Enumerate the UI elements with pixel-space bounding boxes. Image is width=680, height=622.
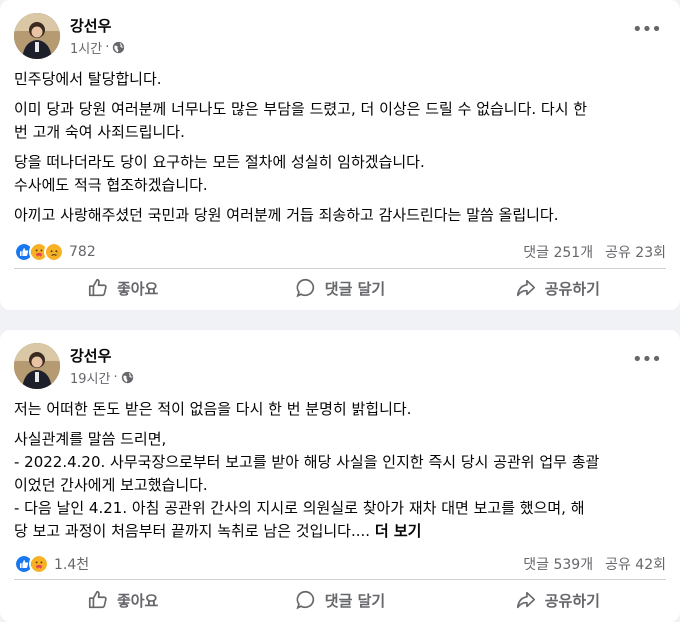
post-text: 저는 어떠한 돈도 받은 적이 없음을 다시 한 번 분명히 밝힙니다. 사실관… [14, 398, 670, 550]
text-line-last: 당 보고 과정이 처음부터 끝까지 녹취로 남은 것입니다.... 더 보기 [14, 520, 670, 543]
text-line: 이미 당과 당원 여러분께 너무나도 많은 부담을 드렸고, 더 이상은 드릴 … [14, 100, 588, 118]
globe-icon [113, 41, 125, 54]
post-paragraph: 민주당에서 탈당합니다. [14, 68, 670, 91]
avatar[interactable] [14, 343, 60, 389]
post-meta: 19시간 · [70, 368, 134, 387]
engagement-counts: 댓글 539개 공유 42회 [523, 554, 666, 574]
reaction-count: 1.4천 [54, 557, 90, 573]
post-actions: 좋아요 댓글 달기 공유하기 [14, 582, 666, 618]
share-icon [516, 279, 535, 297]
share-button[interactable]: 공유하기 [449, 270, 666, 306]
share-icon [516, 591, 535, 609]
sad-reaction-icon [44, 242, 64, 262]
post-paragraph: 아끼고 사랑해주셨던 국민과 당원 여러분께 거듭 죄송하고 감사드린다는 말씀… [14, 204, 670, 227]
post-header: 강선우 1시간 · ••• [14, 13, 666, 61]
post-time[interactable]: 19시간 [70, 368, 110, 387]
text-line: 이었던 간사에게 보고했습니다. [14, 476, 208, 494]
post-header: 강선우 19시간 · ••• [14, 343, 666, 391]
thumbs-up-icon [88, 278, 107, 297]
avatar[interactable] [14, 13, 60, 59]
like-label: 좋아요 [116, 279, 159, 298]
text-line: 번 고개 숙여 사죄드립니다. [14, 123, 185, 141]
comment-icon [296, 278, 314, 298]
reactions-summary[interactable]: 1.4천 [14, 554, 89, 574]
like-label: 좋아요 [116, 591, 159, 610]
post-meta: 1시간 · [70, 38, 125, 57]
author-name[interactable]: 강선우 [70, 15, 111, 36]
text-line: - 다음 날인 4.21. 아침 공관위 간사의 지시로 의원실로 찾아가 재차… [14, 499, 585, 517]
post-paragraph: 저는 어떠한 돈도 받은 적이 없음을 다시 한 번 분명히 밝힙니다. [14, 398, 670, 421]
see-more-link[interactable]: 더 보기 [375, 522, 422, 540]
share-label: 공유하기 [544, 279, 600, 298]
post-card: 강선우 19시간 · ••• 저는 어떠한 돈도 받은 적이 없음을 다시 한 … [0, 330, 680, 622]
text-segment: 당 보고 과정이 처음부터 끝까지 녹취로 남은 것입니다.... [14, 522, 371, 540]
text-line: 민주당에서 탈당합니다. [14, 70, 162, 88]
comment-icon [296, 590, 314, 610]
text-line: 수사에도 적극 협조하겠습니다. [14, 176, 208, 194]
share-count[interactable]: 공유 23회 [605, 242, 666, 262]
comment-count[interactable]: 댓글 539개 [523, 554, 593, 574]
comment-count[interactable]: 댓글 251개 [523, 242, 593, 262]
share-count[interactable]: 공유 42회 [605, 554, 666, 574]
more-options-button[interactable]: ••• [632, 351, 662, 375]
post-card: 강선우 1시간 · ••• 민주당에서 탈당합니다. 이미 당과 당원 여러분께… [0, 0, 680, 310]
post-paragraph: 사실관계를 말씀 드리면, - 2022.4.20. 사무국장으로부터 보고를 … [14, 428, 670, 543]
globe-icon [121, 371, 133, 384]
share-button[interactable]: 공유하기 [449, 582, 666, 618]
more-options-button[interactable]: ••• [632, 21, 662, 45]
post-paragraph: 당을 떠나더라도 당이 요구하는 모든 절차에 성실히 임하겠습니다. 수사에도… [14, 151, 670, 197]
post-paragraph: 이미 당과 당원 여러분께 너무나도 많은 부담을 드렸고, 더 이상은 드릴 … [14, 98, 670, 144]
text-line: 사실관계를 말씀 드리면, [14, 430, 167, 448]
meta-separator: · [105, 40, 110, 55]
divider [14, 268, 666, 269]
text-line: 아끼고 사랑해주셨던 국민과 당원 여러분께 거듭 죄송하고 감사드린다는 말씀… [14, 206, 559, 224]
reactions-summary[interactable]: 782 [14, 242, 96, 262]
comment-button[interactable]: 댓글 달기 [231, 270, 448, 306]
thumbs-up-icon [88, 590, 107, 609]
like-button[interactable]: 좋아요 [14, 270, 231, 306]
share-label: 공유하기 [544, 591, 600, 610]
text-line: 저는 어떠한 돈도 받은 적이 없음을 다시 한 번 분명히 밝힙니다. [14, 400, 412, 418]
like-button[interactable]: 좋아요 [14, 582, 231, 618]
comment-label: 댓글 달기 [324, 591, 386, 610]
post-actions: 좋아요 댓글 달기 공유하기 [14, 270, 666, 306]
post-time[interactable]: 1시간 [70, 38, 102, 57]
reaction-count: 782 [69, 244, 96, 260]
comment-label: 댓글 달기 [324, 279, 386, 298]
engagement-counts: 댓글 251개 공유 23회 [523, 242, 666, 262]
care-reaction-icon [29, 554, 49, 574]
post-stats: 782 댓글 251개 공유 23회 [14, 239, 666, 265]
text-line: 당을 떠나더라도 당이 요구하는 모든 절차에 성실히 임하겠습니다. [14, 153, 425, 171]
author-name[interactable]: 강선우 [70, 345, 111, 366]
comment-button[interactable]: 댓글 달기 [231, 582, 448, 618]
meta-separator: · [113, 370, 118, 385]
post-text: 민주당에서 탈당합니다. 이미 당과 당원 여러분께 너무나도 많은 부담을 드… [14, 68, 670, 234]
divider [14, 579, 666, 580]
post-stats: 1.4천 댓글 539개 공유 42회 [14, 551, 666, 577]
text-line: - 2022.4.20. 사무국장으로부터 보고를 받아 해당 사실을 인지한 … [14, 453, 600, 471]
